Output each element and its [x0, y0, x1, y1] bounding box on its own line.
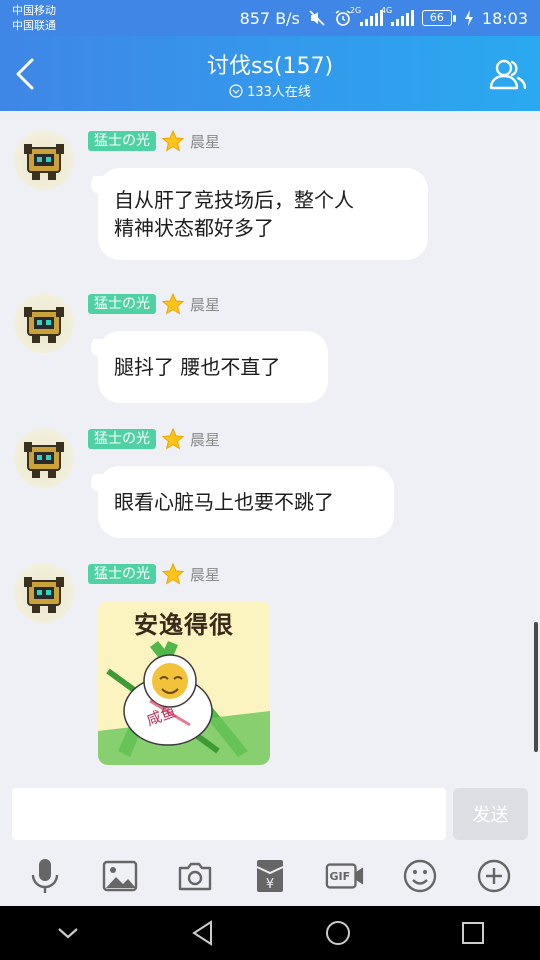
sender-meta: 猛士の光 晨星 — [88, 130, 220, 152]
title-badge: 猛士の光 — [88, 564, 156, 584]
title-badge: 猛士の光 — [88, 429, 156, 449]
robot-avatar-icon — [24, 442, 64, 478]
microphone-icon — [32, 859, 59, 893]
composer: 发送 — [0, 780, 540, 846]
online-status[interactable]: 133人在线 — [0, 81, 540, 100]
gif-label: GIF — [329, 869, 351, 883]
nav-hide-button[interactable] — [48, 913, 88, 953]
charging-icon — [464, 10, 473, 26]
chat-header: 讨伐ss(157) 133人在线 — [0, 36, 540, 111]
system-nav-bar — [0, 906, 540, 960]
square-recents-icon — [461, 922, 484, 944]
battery-level: 66 — [421, 10, 452, 26]
sender-meta: 猛士の光 晨星 — [88, 428, 220, 450]
star-icon — [162, 130, 184, 152]
sender-meta: 猛士の光 晨星 — [88, 293, 220, 315]
more-button[interactable] — [474, 856, 514, 896]
message-bubble[interactable]: 眼看心脏马上也要不跳了 — [98, 466, 394, 538]
robot-avatar-icon — [24, 307, 64, 343]
message-input[interactable] — [12, 788, 446, 840]
input-toolbar: ¥ GIF — [0, 846, 540, 906]
emoji-button[interactable] — [400, 856, 440, 896]
message-bubble[interactable]: 自从肝了竞技场后，整个人 精神状态都好多了 — [98, 168, 428, 260]
message-text: 腿抖了 腰也不直了 — [114, 355, 281, 379]
nav-back-button[interactable] — [183, 913, 223, 953]
avatar[interactable] — [14, 428, 74, 488]
star-icon — [162, 293, 184, 315]
status-indicators: 857 B/s 2G 4G 66 18:03 — [239, 6, 528, 29]
title-badge: 猛士の光 — [88, 294, 156, 314]
online-count: 133人在线 — [247, 85, 311, 100]
red-packet-icon: ¥ — [256, 860, 284, 892]
triangle-back-icon — [191, 920, 212, 946]
robot-avatar-icon — [24, 577, 64, 613]
message-bubble[interactable]: 腿抖了 腰也不直了 — [98, 331, 328, 403]
camera-icon — [178, 862, 212, 891]
rank-label: 晨星 — [190, 295, 221, 314]
circle-home-icon — [325, 921, 350, 945]
carrier-info: 中国移动 中国联通 — [12, 3, 56, 33]
status-bar: 中国移动 中国联通 857 B/s 2G 4G 66 18:03 — [0, 0, 540, 36]
carrier-primary: 中国移动 — [12, 4, 56, 17]
sticker-image[interactable]: 安逸得很 咸鱼 — [98, 601, 270, 765]
signal-icon: 4G — [381, 6, 414, 26]
message-text: 眼看心脏马上也要不跳了 — [114, 490, 334, 514]
voice-button[interactable] — [25, 856, 65, 896]
image-button[interactable] — [100, 856, 140, 896]
robot-avatar-icon — [24, 144, 64, 180]
rank-label: 晨星 — [190, 132, 221, 151]
network-speed: 857 B/s — [239, 8, 300, 28]
rank-label: 晨星 — [190, 430, 221, 449]
avatar[interactable] — [14, 563, 74, 623]
star-icon — [162, 563, 184, 585]
rank-label: 晨星 — [190, 565, 221, 584]
star-icon — [162, 428, 184, 450]
gif-button[interactable]: GIF — [325, 856, 365, 896]
chevron-down-circle-icon — [229, 83, 243, 98]
plus-circle-icon — [478, 859, 511, 893]
avatar[interactable] — [14, 130, 74, 190]
smiley-icon — [403, 859, 436, 893]
nav-home-button[interactable] — [318, 913, 358, 953]
nav-recents-button[interactable] — [453, 913, 493, 953]
svg-text:¥: ¥ — [266, 877, 274, 892]
red-packet-button[interactable]: ¥ — [250, 856, 290, 896]
title-badge: 猛士の光 — [88, 131, 156, 151]
scrollbar-thumb[interactable] — [534, 622, 538, 752]
avatar[interactable] — [14, 293, 74, 353]
message-text-line: 精神状态都好多了 — [114, 216, 274, 240]
group-members-icon[interactable] — [488, 54, 528, 94]
signal-icon: 2G — [350, 6, 383, 26]
carrier-secondary: 中国联通 — [12, 19, 56, 32]
group-title: 讨伐ss(157) — [206, 54, 334, 79]
send-button[interactable]: 发送 — [453, 788, 528, 840]
mute-icon — [309, 10, 325, 26]
clock: 18:03 — [481, 8, 528, 28]
sticker-caption: 安逸得很 — [134, 610, 234, 639]
battery-icon: 66 — [421, 10, 456, 26]
chevron-down-icon — [57, 928, 78, 939]
message-text-line: 自从肝了竞技场后，整个人 — [114, 188, 354, 212]
image-icon — [103, 860, 138, 892]
sender-meta: 猛士の光 晨星 — [88, 563, 220, 585]
camera-button[interactable] — [175, 856, 215, 896]
